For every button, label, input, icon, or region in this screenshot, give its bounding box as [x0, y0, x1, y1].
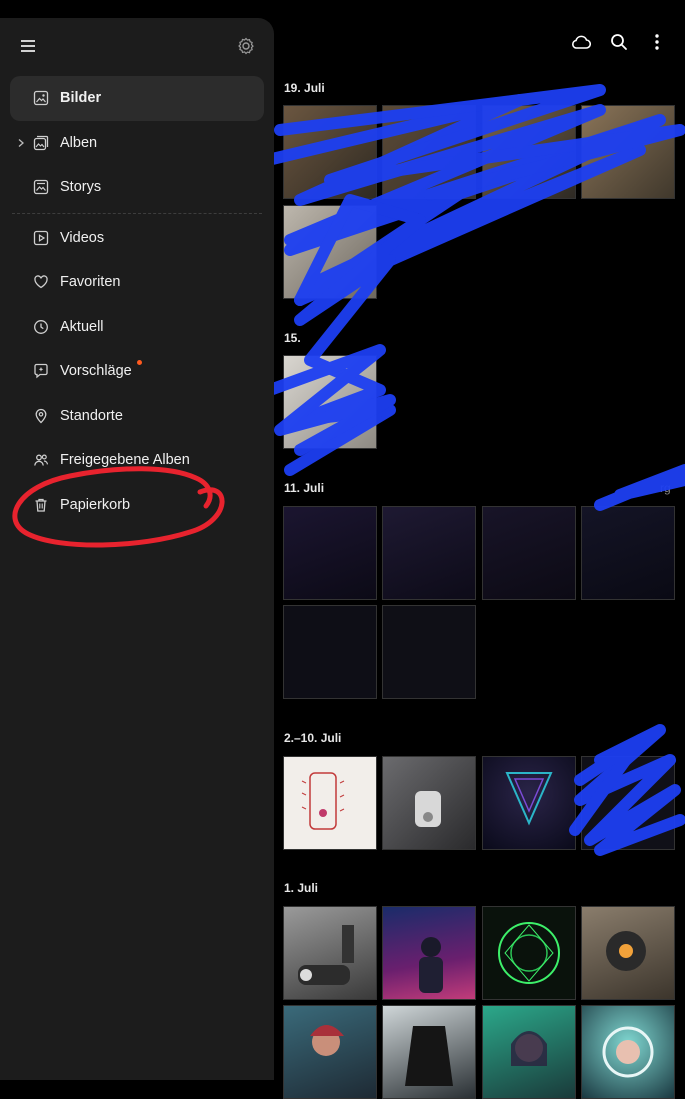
photo-thumbnail[interactable]: [283, 906, 377, 1000]
chevron-right-icon[interactable]: [16, 138, 26, 148]
photo-thumbnail[interactable]: [382, 105, 476, 199]
nav-item-label: Videos: [60, 229, 105, 246]
photo-thumbnail[interactable]: [382, 756, 476, 850]
section-date-label: 19. Juli: [284, 81, 325, 95]
section-date-label: 11. Juli: [284, 481, 325, 495]
photo-thumbnail[interactable]: [283, 506, 377, 600]
nav-item-storys[interactable]: Storys: [0, 165, 274, 210]
photo-thumbnail[interactable]: [581, 906, 675, 1000]
cloud-icon[interactable]: [569, 30, 593, 54]
section-date-label: 1. Juli: [284, 881, 319, 895]
nav-item-label: Aktuell: [60, 318, 104, 335]
photo-thumbnail[interactable]: [283, 756, 377, 850]
section-date-label-partial: rg: [660, 481, 671, 495]
navigation-drawer: Bilder Alben Storys Videos Favoriten Akt…: [0, 18, 274, 1080]
nav-item-alben[interactable]: Alben: [0, 121, 274, 166]
nav-item-freigegebene-alben[interactable]: Freigegebene Alben: [0, 438, 274, 483]
section-date-label: 2.–10. Juli: [284, 731, 342, 745]
nav-item-vorschlaege[interactable]: Vorschläge: [0, 349, 274, 394]
drawer-header: [0, 32, 274, 62]
nav-item-label: Bilder: [60, 90, 102, 107]
nav-item-papierkorb[interactable]: Papierkorb: [0, 483, 274, 528]
shared-albums-icon: [32, 451, 50, 469]
photo-thumbnail[interactable]: [482, 1005, 576, 1099]
nav-item-aktuell[interactable]: Aktuell: [0, 305, 274, 350]
more-vert-icon[interactable]: [645, 30, 669, 54]
menu-icon[interactable]: [18, 36, 40, 58]
section-date-label: 15.: [284, 331, 301, 345]
search-icon[interactable]: [607, 30, 631, 54]
clock-icon: [32, 318, 50, 336]
stories-icon: [32, 178, 50, 196]
nav-item-label: Papierkorb: [60, 496, 131, 513]
photo-thumbnail[interactable]: [382, 1005, 476, 1099]
photo-thumbnail[interactable]: [581, 756, 675, 850]
suggestions-icon: [32, 362, 50, 380]
nav-item-label: Freigegebene Alben: [60, 452, 190, 469]
nav-item-label: Favoriten: [60, 274, 121, 291]
trash-icon: [32, 496, 50, 514]
photo-thumbnail[interactable]: [482, 906, 576, 1000]
nav-item-label: Storys: [60, 179, 102, 196]
photo-thumbnail[interactable]: [581, 506, 675, 600]
nav-item-favoriten[interactable]: Favoriten: [0, 260, 274, 305]
notification-badge: [137, 360, 142, 365]
photo-thumbnail[interactable]: [382, 605, 476, 699]
photo-thumbnail[interactable]: [283, 105, 377, 199]
albums-icon: [32, 134, 50, 152]
photo-thumbnail[interactable]: [283, 1005, 377, 1099]
photo-thumbnail[interactable]: [581, 1005, 675, 1099]
photo-thumbnail[interactable]: [283, 205, 377, 299]
photo-thumbnail[interactable]: [382, 906, 476, 1000]
photo-thumbnail[interactable]: [482, 506, 576, 600]
photo-thumbnail[interactable]: [382, 506, 476, 600]
drawer-nav: Bilder Alben Storys Videos Favoriten Akt…: [0, 76, 274, 527]
nav-item-videos[interactable]: Videos: [0, 216, 274, 261]
location-icon: [32, 407, 50, 425]
heart-icon: [32, 273, 50, 291]
photo-thumbnail[interactable]: [581, 105, 675, 199]
photo-thumbnail[interactable]: [482, 105, 576, 199]
gear-icon[interactable]: [236, 36, 258, 58]
photo-thumbnail[interactable]: [283, 605, 377, 699]
nav-item-label: Vorschläge: [60, 363, 132, 380]
nav-item-label: Standorte: [60, 407, 123, 424]
photo-thumbnail[interactable]: [482, 756, 576, 850]
image-icon: [32, 89, 50, 107]
photo-thumbnail[interactable]: [283, 355, 377, 449]
nav-item-bilder[interactable]: Bilder: [0, 76, 274, 121]
video-icon: [32, 229, 50, 247]
nav-item-label: Alben: [60, 134, 98, 151]
top-toolbar: [569, 30, 669, 54]
nav-item-standorte[interactable]: Standorte: [0, 394, 274, 439]
